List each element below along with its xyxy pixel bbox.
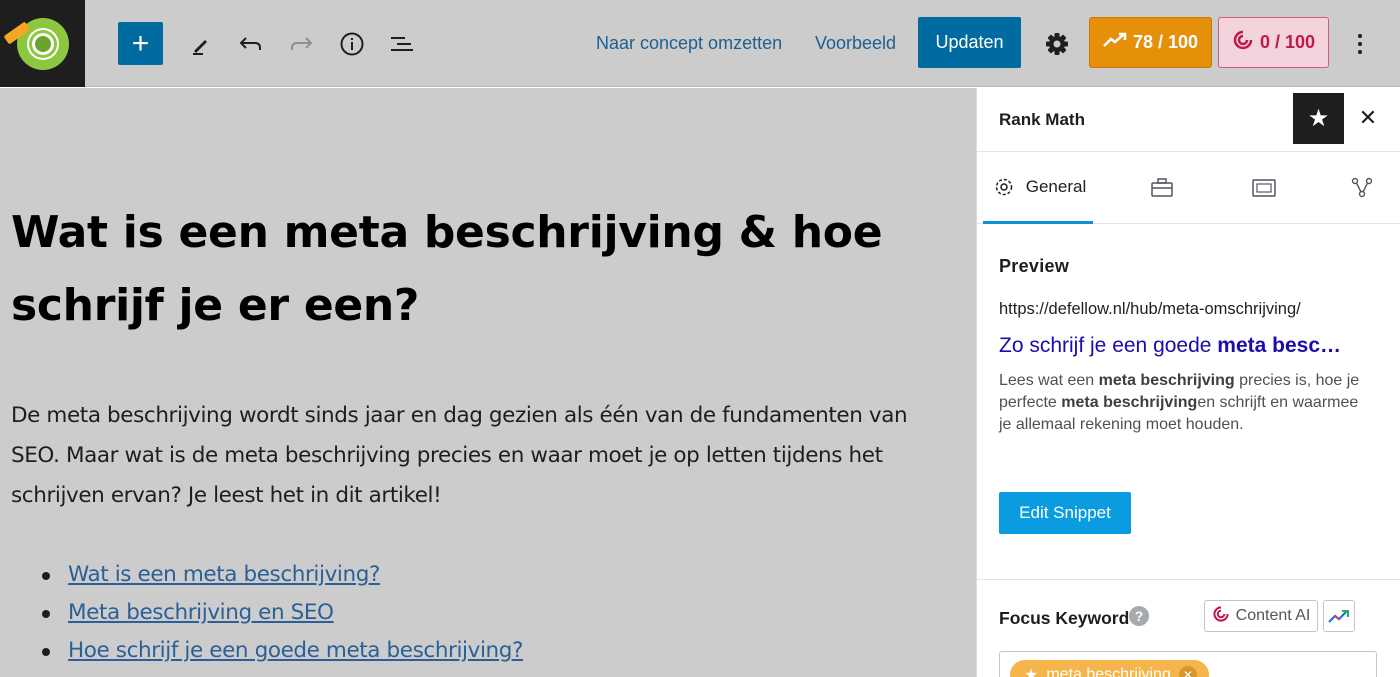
- chart-icon: [1103, 32, 1127, 53]
- help-icon[interactable]: ?: [1129, 606, 1149, 626]
- intro-paragraph[interactable]: De meta beschrijving wordt sinds jaar en…: [11, 396, 961, 516]
- tab-advanced[interactable]: [1127, 152, 1197, 224]
- content-ai-icon: [1232, 29, 1254, 56]
- toc-link[interactable]: Hoe schrijf je een goede meta beschrijvi…: [42, 632, 523, 670]
- seo-score-value: 78 / 100: [1132, 32, 1199, 52]
- update-button[interactable]: Updaten: [918, 17, 1021, 68]
- close-icon[interactable]: ✕: [1355, 104, 1381, 132]
- remove-keyword-icon[interactable]: ✕: [1178, 666, 1197, 677]
- keyword-tag-label: meta beschrijving: [1046, 666, 1171, 677]
- add-block-button[interactable]: +: [118, 22, 163, 65]
- rank-math-logo-icon[interactable]: [0, 0, 85, 87]
- more-vertical-icon[interactable]: [1340, 22, 1380, 65]
- serp-desc-keyword: meta beschrijving: [1061, 394, 1198, 411]
- table-of-contents: Wat is een meta beschrijving? Meta besch…: [42, 556, 523, 670]
- rank-math-sidebar: Rank Math ★ ✕ General Preview https://de…: [976, 88, 1400, 677]
- serp-title: Zo schrijf je een goede meta besc…: [999, 334, 1379, 358]
- pencil-icon[interactable]: [181, 22, 221, 65]
- preview-link[interactable]: Voorbeeld: [815, 33, 896, 54]
- content-ai-icon: [1212, 605, 1230, 628]
- post-title[interactable]: Wat is een meta beschrijving & hoe schri…: [11, 196, 941, 342]
- tab-social[interactable]: [1327, 152, 1397, 224]
- info-icon[interactable]: [332, 22, 372, 65]
- serp-title-keyword: meta besc…: [1217, 334, 1342, 357]
- serp-description: Lees wat een meta beschrijving precies i…: [999, 370, 1374, 436]
- serp-title-text: Zo schrijf je een goede: [999, 334, 1218, 357]
- content-ai-button[interactable]: Content AI: [1204, 600, 1318, 632]
- seo-score-button[interactable]: 78 / 100: [1089, 17, 1212, 68]
- share-nodes-icon: [1348, 174, 1376, 202]
- serp-url: https://defellow.nl/hub/meta-omschrijvin…: [999, 300, 1301, 318]
- tab-general[interactable]: General: [983, 152, 1093, 224]
- content-ai-score-button[interactable]: 0 / 100: [1218, 17, 1329, 68]
- gear-outline-icon: [990, 173, 1018, 201]
- content-ai-label: Content AI: [1235, 607, 1311, 624]
- content-ai-score-value: 0 / 100: [1259, 32, 1316, 52]
- star-icon: ★: [1024, 667, 1039, 677]
- tab-general-label: General: [1025, 176, 1087, 196]
- keyword-tag[interactable]: ★ meta beschrijving ✕: [1010, 660, 1209, 677]
- star-icon[interactable]: ★: [1293, 93, 1344, 144]
- redo-icon[interactable]: [281, 22, 321, 65]
- tab-schema[interactable]: [1229, 152, 1299, 224]
- undo-icon[interactable]: [231, 22, 271, 65]
- serp-desc-text: Lees wat een: [999, 372, 1099, 389]
- switch-to-draft-link[interactable]: Naar concept omzetten: [596, 33, 782, 54]
- toc-link[interactable]: Wat is een meta beschrijving?: [42, 556, 523, 594]
- serp-desc-keyword: meta beschrijving: [1098, 372, 1235, 389]
- sidebar-header: Rank Math ★ ✕: [977, 88, 1400, 152]
- trends-icon[interactable]: [1323, 600, 1355, 632]
- toc-link[interactable]: Meta beschrijving en SEO: [42, 594, 523, 632]
- schema-icon: [1250, 174, 1278, 202]
- preview-heading: Preview: [999, 256, 1070, 276]
- briefcase-icon: [1148, 174, 1176, 202]
- snippet-preview: Preview https://defellow.nl/hub/meta-oms…: [977, 224, 1400, 580]
- editor-canvas[interactable]: Wat is een meta beschrijving & hoe schri…: [0, 88, 976, 677]
- sidebar-tabs: General: [977, 152, 1400, 224]
- edit-snippet-button[interactable]: Edit Snippet: [999, 492, 1131, 534]
- gear-icon[interactable]: [1037, 22, 1077, 65]
- list-view-icon[interactable]: [383, 22, 423, 65]
- focus-keyword-label: Focus Keyword: [999, 608, 1130, 628]
- editor-toolbar: + Naar concept omzetten Voorbeeld Update…: [0, 0, 1400, 87]
- sidebar-title: Rank Math: [999, 110, 1085, 129]
- focus-keyword-input[interactable]: ★ meta beschrijving ✕: [999, 651, 1377, 677]
